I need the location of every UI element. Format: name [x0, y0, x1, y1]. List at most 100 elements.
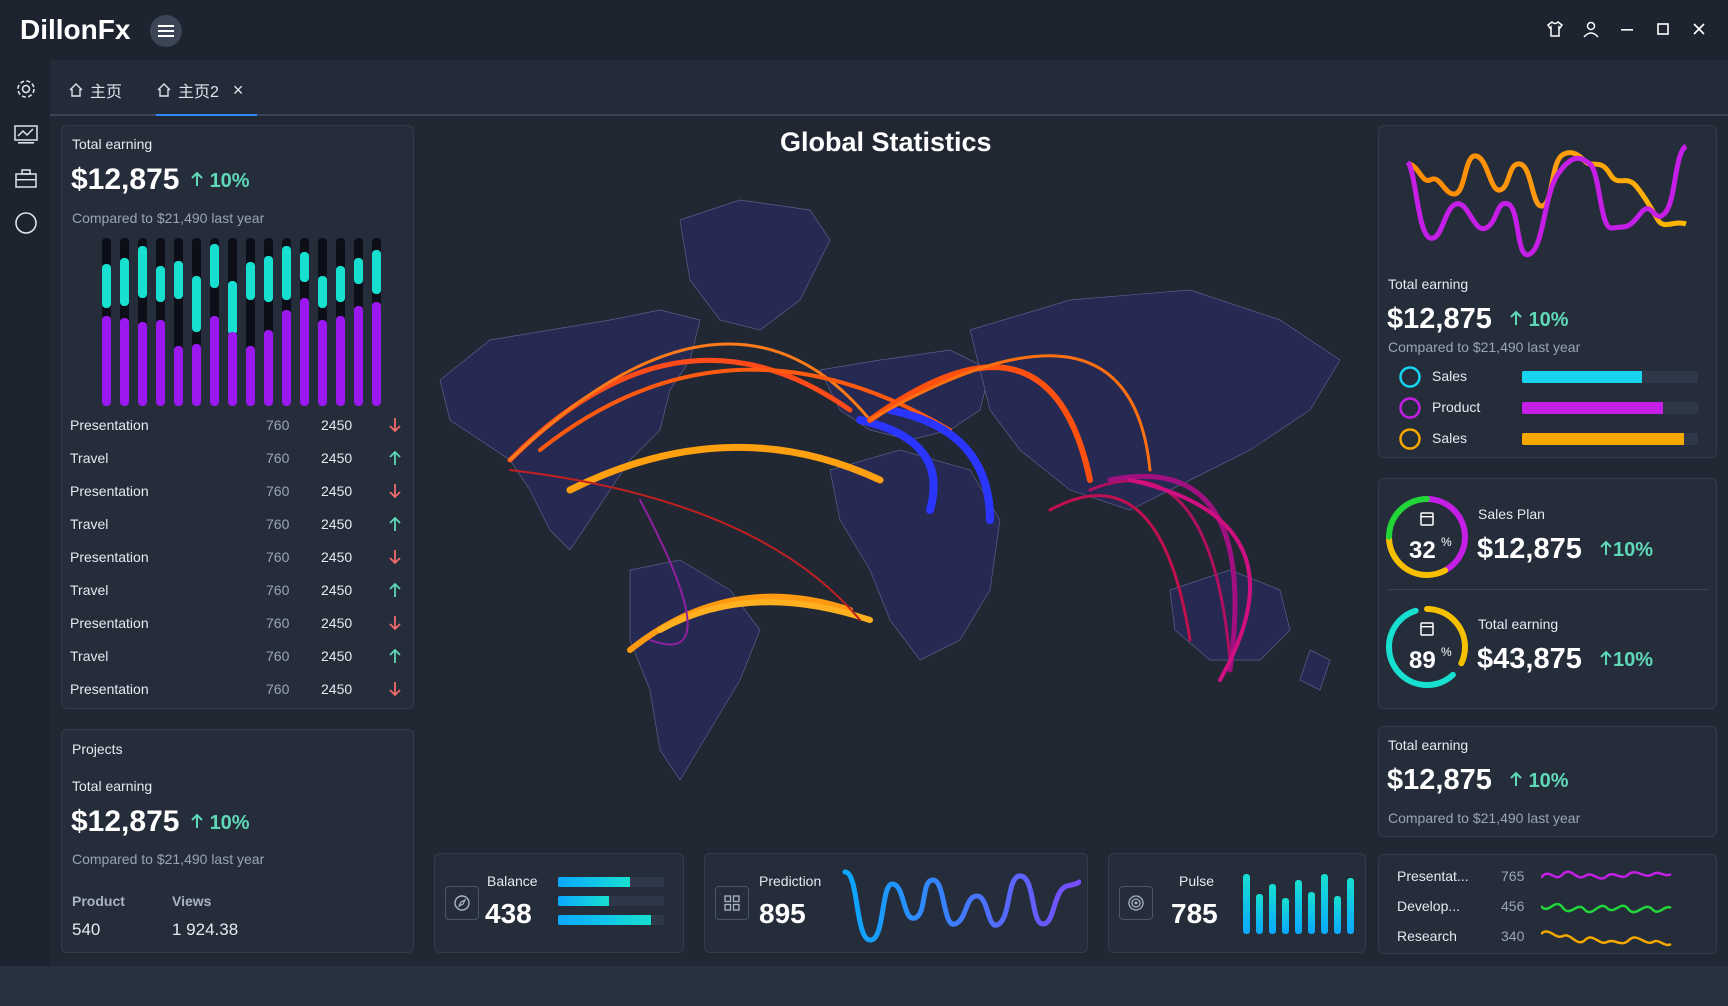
right-change: 10% — [1509, 309, 1569, 332]
mini-stat-row: Presentat... 765 — [1397, 866, 1707, 892]
ring-label: Total earning — [1478, 616, 1559, 632]
bar-segment-purple — [282, 310, 291, 406]
ring-percent: 89 — [1409, 647, 1436, 674]
projects-label: Total earning — [72, 778, 153, 794]
ring-stat-item: 32% Sales Plan $12,875 10% — [1383, 493, 1713, 593]
menu-icon — [158, 25, 174, 37]
mini-stat-name: Research — [1397, 928, 1457, 944]
target-icon — [1119, 886, 1153, 920]
bar-segment-purple — [318, 320, 327, 406]
user-icon[interactable] — [1582, 18, 1600, 40]
tab-home2[interactable]: 主页2 × — [156, 78, 258, 116]
maximize-icon[interactable] — [1654, 18, 1672, 40]
item-name: Travel — [70, 648, 109, 664]
bar-segment-cyan — [102, 264, 111, 308]
arrow-up-icon — [389, 516, 401, 531]
bar-segment-purple — [246, 346, 255, 406]
bar-segment-cyan — [174, 261, 183, 299]
south-america-shape — [629, 559, 761, 781]
ring-stat-item: 89% Total earning $43,875 10% — [1383, 603, 1713, 703]
card-label: Total earning — [72, 136, 153, 152]
item-value-a: 760 — [266, 582, 290, 598]
ring-value: $12,875 — [1477, 533, 1582, 565]
arrow-down-icon — [389, 418, 401, 433]
sidebar — [0, 60, 50, 966]
bar-segment-purple — [138, 322, 147, 406]
mini-stat-row: Develop... 456 — [1397, 896, 1707, 922]
balance-bar-1 — [558, 877, 664, 887]
item-value-b: 2450 — [321, 681, 353, 697]
prediction-value: 895 — [759, 898, 806, 929]
world-map — [439, 199, 1341, 781]
item-value-b: 2450 — [321, 615, 353, 631]
item-value-a: 760 — [266, 450, 290, 466]
projects-card: Projects Total earning $12,875 10% Compa… — [61, 729, 414, 953]
product-value: 540 — [72, 920, 101, 939]
tab-close-icon[interactable]: × — [233, 80, 244, 101]
arrow-up-icon — [1510, 310, 1522, 325]
legend-ring-icon — [1399, 366, 1421, 388]
item-name: Presentation — [70, 417, 149, 433]
item-value-a: 760 — [266, 615, 290, 631]
ring-change: 10% — [1599, 649, 1653, 672]
bar-segment-purple — [120, 318, 129, 406]
arrow-down-icon — [389, 484, 401, 499]
mini-stat-name: Develop... — [1397, 898, 1461, 914]
mini-stat-value: 765 — [1501, 868, 1525, 884]
list-item: Travel 760 2450 — [70, 450, 410, 470]
arrow-up-icon — [1600, 650, 1612, 665]
minimize-icon[interactable] — [1618, 18, 1636, 40]
earning-compare: Compared to $21,490 last year — [72, 210, 265, 226]
pulse-bars-chart — [1243, 874, 1354, 934]
arrow-down-icon — [389, 682, 401, 697]
item-name: Presentation — [70, 681, 149, 697]
app-title: DillonFx — [20, 14, 131, 45]
list-item: Presentation 760 2450 — [70, 417, 410, 437]
bar-segment-purple — [336, 316, 345, 406]
legend-bar — [1522, 371, 1698, 383]
bar-segment-cyan — [282, 246, 291, 300]
legend-bar-fill — [1522, 433, 1684, 445]
bar-segment-purple — [354, 306, 363, 406]
settings-gear-icon[interactable] — [13, 76, 39, 102]
legend-item: Product — [1398, 396, 1698, 420]
circle-icon[interactable] — [13, 210, 39, 236]
monitor-chart-icon[interactable] — [13, 122, 39, 148]
stacked-bar-chart — [102, 238, 381, 406]
bar-segment-cyan — [300, 252, 309, 282]
tab-home2-label: 主页2 — [178, 84, 219, 101]
home-icon — [157, 83, 171, 97]
mini-stat-row: Research 340 — [1397, 926, 1707, 952]
bar-segment-cyan — [156, 266, 165, 302]
bar-segment-cyan — [318, 276, 327, 308]
balance-bar-3 — [558, 915, 664, 925]
item-value-a: 760 — [266, 681, 290, 697]
projects-title: Projects — [72, 741, 123, 757]
arrow-up-icon — [191, 813, 203, 828]
bar-segment-cyan — [228, 281, 237, 335]
hamburger-menu-button[interactable] — [150, 15, 182, 47]
bar-segment-cyan — [138, 246, 147, 298]
pulse-value: 785 — [1171, 898, 1218, 929]
views-value: 1 924.38 — [172, 920, 239, 939]
balance-bar-3-fill — [558, 915, 652, 925]
ring-percent: 32 — [1409, 537, 1436, 564]
item-value-b: 2450 — [321, 450, 353, 466]
bar-segment-cyan — [264, 256, 273, 302]
close-icon[interactable] — [1690, 18, 1708, 40]
arrow-up-icon — [389, 648, 401, 663]
item-value-a: 760 — [266, 483, 290, 499]
item-value-b: 2450 — [321, 417, 353, 433]
list-item: Travel 760 2450 — [70, 582, 410, 602]
bar-segment-cyan — [246, 262, 255, 300]
briefcase-icon[interactable] — [13, 166, 39, 192]
arrow-up-icon — [191, 171, 203, 186]
item-name: Presentation — [70, 549, 149, 565]
pulse-card: Pulse 785 — [1108, 853, 1366, 953]
tab-home[interactable]: 主页 — [68, 78, 122, 102]
item-value-a: 760 — [266, 648, 290, 664]
mini-stat-value: 456 — [1501, 898, 1525, 914]
item-value-b: 2450 — [321, 549, 353, 565]
theme-shirt-icon[interactable] — [1546, 18, 1564, 40]
ring-percent-sign: % — [1441, 535, 1452, 549]
